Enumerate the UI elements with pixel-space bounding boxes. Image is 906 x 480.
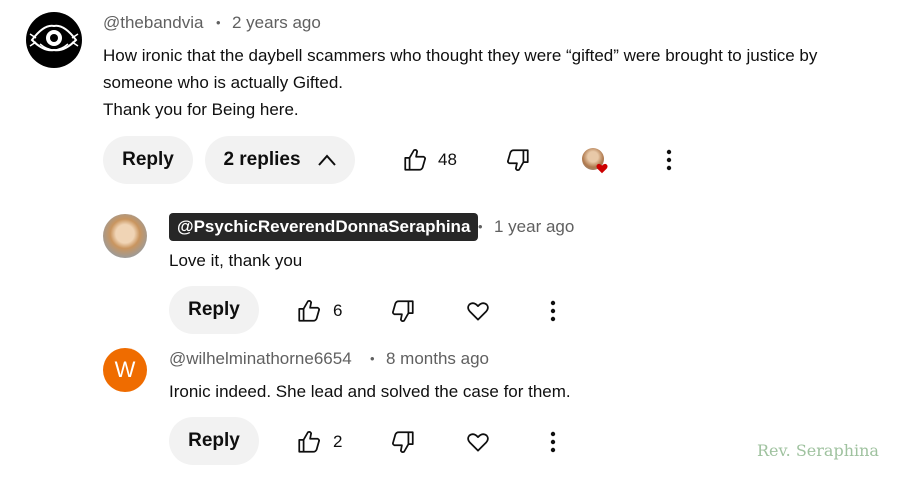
reply-button[interactable]: Reply [103,136,193,184]
reply-author[interactable]: @wilhelminathorne6654 [169,349,352,369]
reply-button-label: Reply [188,430,240,451]
reply-button[interactable]: Reply [169,417,259,465]
more-vert-icon [550,431,556,453]
comment-line: someone who is actually Gifted. [103,73,344,92]
reply-text: Love it, thank you [169,251,303,270]
reply-button-label: Reply [122,149,174,170]
comment-text: How ironic that the daybell scammers who… [103,42,893,123]
creator-heart-icon [596,163,608,174]
dislike-button[interactable] [388,427,418,457]
reply-button[interactable]: Reply [169,286,259,334]
reply-time[interactable]: 8 months ago [386,349,489,369]
creator-handle-chip[interactable]: @PsychicReverendDonnaSeraphina [169,213,479,241]
like-count: 48 [438,150,457,169]
commenter-avatar[interactable] [26,12,82,68]
meta-separator: • [216,15,221,30]
more-options-button[interactable] [540,296,566,326]
comment-time[interactable]: 2 years ago [232,13,321,33]
avatar-letter: W [114,357,136,382]
dislike-button[interactable] [503,145,533,175]
heart-icon [467,302,489,321]
reply-time[interactable]: 1 year ago [494,217,574,237]
replies-toggle-label: 2 replies [223,149,301,170]
meta-separator: • [478,219,483,234]
reply-text: Ironic indeed. She lead and solved the c… [169,382,571,401]
watermark: Rev. Seraphina [757,441,879,460]
thumbs-down-icon [392,300,414,322]
reply-avatar-letter[interactable]: W [103,348,147,392]
thumbs-up-icon [298,431,320,453]
more-vert-icon [666,149,672,171]
like-button[interactable] [294,427,324,457]
replies-toggle-button[interactable]: 2 replies [205,136,355,184]
comment-line: Thank you for Being here. [103,100,299,119]
dislike-button[interactable] [388,296,418,326]
eye-logo-icon [29,24,79,52]
reply-button-label: Reply [188,299,240,320]
heart-button[interactable] [463,427,493,457]
creator-heart-badge [582,148,608,178]
meta-separator: • [370,351,375,366]
heart-button[interactable] [463,296,493,326]
thumbs-down-icon [507,149,529,171]
like-count: 2 [333,432,343,451]
more-options-button[interactable] [656,145,682,175]
more-vert-icon [550,300,556,322]
like-count: 6 [333,301,343,320]
comment-author[interactable]: @thebandvia [103,13,203,33]
comment-line: How ironic that the daybell scammers who… [103,46,818,65]
thumbs-down-icon [392,431,414,453]
like-button[interactable] [400,145,430,175]
heart-icon [467,433,489,452]
reply-avatar[interactable] [103,214,147,258]
chevron-up-icon [317,153,337,167]
more-options-button[interactable] [540,427,566,457]
like-button[interactable] [294,296,324,326]
thumbs-up-icon [404,149,426,171]
thumbs-up-icon [298,300,320,322]
